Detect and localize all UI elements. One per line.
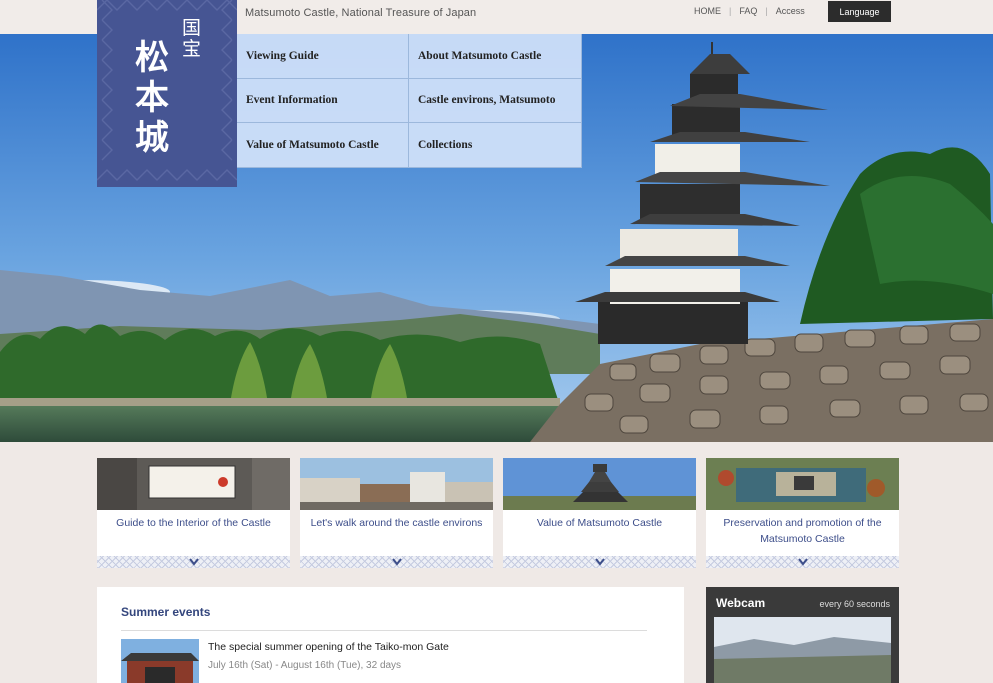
chevron-down-icon [595,558,605,566]
event-title-link[interactable]: The special summer opening of the Taiko-… [208,641,449,653]
event-date: July 16th (Sat) - August 16th (Tue), 32 … [208,660,402,671]
nav-value-of-castle[interactable]: Value of Matsumoto Castle [237,123,409,168]
event-thumbnail[interactable] [121,639,199,683]
card-thumbnail [97,458,290,510]
language-button[interactable]: Language [828,1,891,22]
town-street-image [300,458,493,510]
webcam-panel: Webcam every 60 seconds [706,587,899,683]
events-panel: Summer events The special summer opening… [97,587,684,683]
webcam-title: Webcam [716,596,766,610]
home-link[interactable]: HOME [694,6,721,16]
card-thumbnail [300,458,493,510]
divider [121,630,647,631]
nav-event-information[interactable]: Event Information [237,78,409,124]
nav-collections[interactable]: Collections [409,123,582,168]
webcam-interval: every 60 seconds [819,599,890,609]
nav-castle-environs[interactable]: Castle environs, Matsumoto [409,78,582,124]
card-title: Let's walk around the castle environs [310,517,483,529]
card-preservation[interactable]: Preservation and promotion of the Matsum… [706,458,899,568]
access-link[interactable]: Access [776,6,805,16]
card-title: Value of Matsumoto Castle [536,517,663,529]
card-thumbnail [706,458,899,510]
events-heading: Summer events [121,605,211,619]
card-castle-environs[interactable]: Let's walk around the castle environs [300,458,493,568]
feature-cards: Guide to the Interior of the Castle Let'… [97,458,899,568]
aerial-castle-image [706,458,899,510]
card-interior-guide[interactable]: Guide to the Interior of the Castle [97,458,290,568]
city-view-image [714,617,891,683]
card-value-of-castle[interactable]: Value of Matsumoto Castle [503,458,696,568]
site-logo[interactable]: 国宝 松本城 [97,0,237,187]
top-links: HOME | FAQ | Access [694,6,805,16]
card-title: Preservation and promotion of the Matsum… [723,517,882,545]
nav-viewing-guide[interactable]: Viewing Guide [237,34,409,79]
site-tagline: Matsumoto Castle, National Treasure of J… [245,7,477,19]
gate-image [121,639,199,683]
castle-image [503,458,696,510]
webcam-image[interactable] [714,617,891,683]
main-nav: Viewing Guide About Matsumoto Castle Eve… [237,34,582,168]
faq-link[interactable]: FAQ [739,6,757,16]
separator: | [765,6,768,16]
logo-national-treasure: 国宝 [182,17,202,60]
card-title: Guide to the Interior of the Castle [116,517,271,529]
separator: | [729,6,732,16]
logo-castle-name: 松本城 [135,38,169,158]
card-thumbnail [503,458,696,510]
chevron-down-icon [392,558,402,566]
chevron-down-icon [189,558,199,566]
nav-about-castle[interactable]: About Matsumoto Castle [409,34,582,79]
entrance-sign-image [97,458,290,510]
chevron-down-icon [798,558,808,566]
